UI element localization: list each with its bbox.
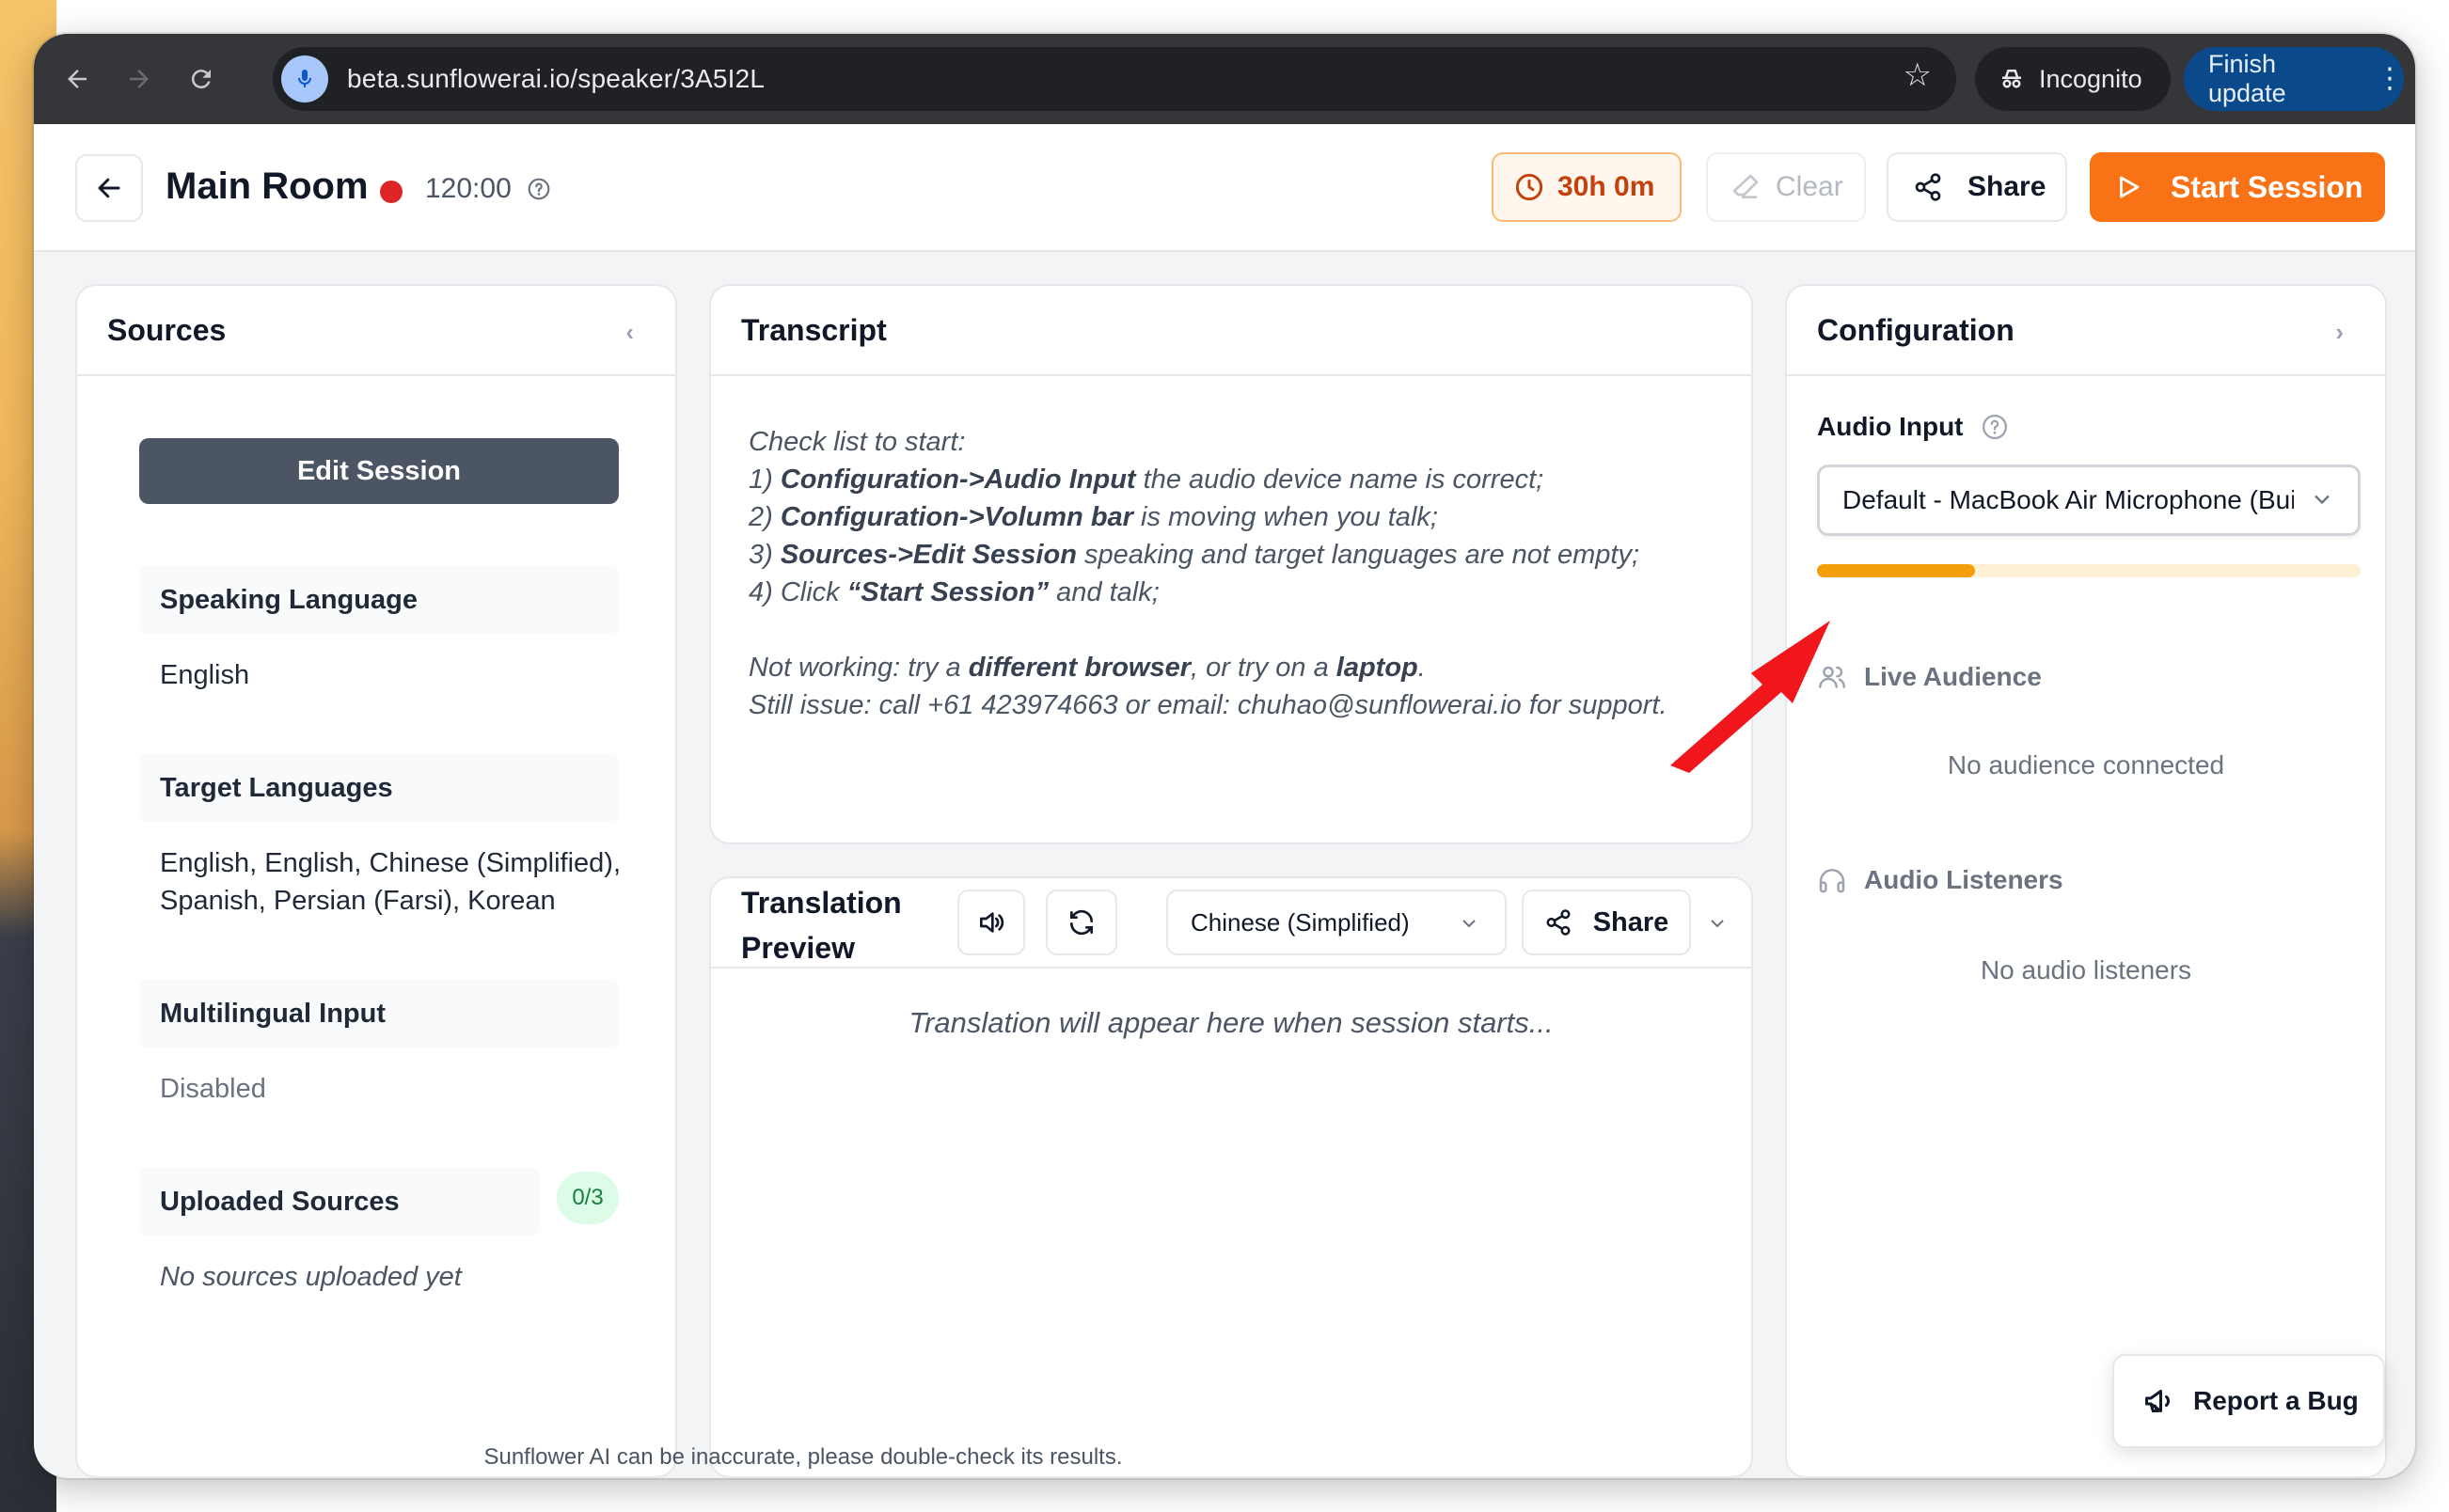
- room-title: Main Room: [166, 165, 369, 207]
- live-audience-empty: No audience connected: [1947, 750, 2225, 780]
- checklist-step-3: 3) Sources->Edit Session speaking and ta…: [749, 540, 1640, 570]
- microphone-icon[interactable]: [281, 55, 328, 102]
- target-languages-value-line2: Spanish, Persian (Farsi), Korean: [160, 886, 556, 916]
- not-working-hint: Not working: try a different browser, or…: [749, 653, 1426, 683]
- speaking-language-label: Speaking Language: [139, 566, 619, 634]
- share-session-button[interactable]: Share: [1887, 152, 2067, 222]
- incognito-label: Incognito: [2039, 64, 2142, 93]
- translation-language-select[interactable]: Chinese (Simplified): [1166, 890, 1507, 955]
- translation-share-label: Share: [1592, 906, 1669, 937]
- transcript-header: Transcript: [711, 286, 1751, 376]
- recording-status-dot: [380, 181, 403, 203]
- remaining-time-badge[interactable]: 30h 0m: [1492, 152, 1682, 222]
- megaphone-icon: [2145, 1390, 2170, 1412]
- configuration-title: Configuration: [1817, 312, 2014, 347]
- session-header: Main Room 120:00 30h 0m Clear Share Star…: [34, 124, 2415, 252]
- translation-preview-header: Translation Preview Chinese (Simplified)…: [711, 878, 1751, 969]
- finish-update-label: Finish update: [2208, 50, 2286, 107]
- forward-nav-icon[interactable]: [113, 53, 166, 105]
- target-languages-label: Target Languages: [139, 754, 619, 822]
- remaining-time-text: 30h 0m: [1557, 171, 1655, 202]
- disclaimer-footer: Sunflower AI can be inaccurate, please d…: [483, 1444, 1123, 1470]
- speaking-language-value: English: [160, 660, 250, 690]
- back-nav-icon[interactable]: [51, 53, 103, 105]
- translation-language-value: Chinese (Simplified): [1191, 907, 1410, 937]
- checklist-step-4: 4) Click “Start Session” and talk;: [749, 577, 1160, 607]
- eraser-icon: [1732, 174, 1759, 198]
- multilingual-input-value: Disabled: [160, 1074, 266, 1104]
- live-audience-label: Live Audience: [1817, 662, 2042, 692]
- start-session-button[interactable]: Start Session: [2090, 152, 2385, 222]
- volume-bar: [1817, 564, 2361, 577]
- share-label: Share: [1967, 171, 2046, 202]
- more-vert-icon[interactable]: ⋮: [2376, 65, 2404, 93]
- clear-button[interactable]: Clear: [1706, 152, 1866, 222]
- uploaded-count-badge: 0/3: [557, 1172, 619, 1224]
- incognito-icon: [2002, 70, 2021, 88]
- edit-session-button[interactable]: Edit Session: [139, 438, 619, 504]
- transcript-panel: Transcript Check list to start: 1) Confi…: [709, 284, 1753, 844]
- share-icon: [1915, 173, 1941, 201]
- browser-window: beta.sunflowerai.io/speaker/3A5I2L ☆ Inc…: [34, 34, 2415, 1478]
- clear-label: Clear: [1776, 171, 1843, 202]
- sources-title: Sources: [107, 312, 227, 347]
- speaker-toggle-button[interactable]: [957, 890, 1025, 955]
- translation-preview-title: Translation Preview: [741, 886, 902, 965]
- audio-input-label: Audio Input: [1817, 412, 2009, 442]
- finish-update-button[interactable]: Finish update ⋮: [2184, 47, 2404, 111]
- help-circle-icon[interactable]: [1981, 413, 2009, 441]
- back-button[interactable]: [75, 154, 143, 222]
- report-bug-label: Report a Bug: [2193, 1386, 2359, 1415]
- expand-chevron-icon[interactable]: [1706, 912, 1729, 935]
- translation-preview-panel: Translation Preview Chinese (Simplified)…: [709, 876, 1753, 1478]
- translation-placeholder: Translation will appear here when sessio…: [908, 1006, 1554, 1039]
- play-icon: [2120, 176, 2140, 198]
- volume-level-fill: [1817, 564, 1975, 577]
- checklist-step-1: 1) Configuration->Audio Input the audio …: [749, 465, 1544, 495]
- collapse-left-icon[interactable]: ‹: [625, 318, 634, 347]
- reload-icon[interactable]: [175, 53, 228, 105]
- share-icon: [1546, 909, 1571, 936]
- start-checklist: Check list to start: 1) Configuration->A…: [749, 423, 1667, 724]
- url-text: beta.sunflowerai.io/speaker/3A5I2L: [347, 64, 766, 93]
- address-bar[interactable]: beta.sunflowerai.io/speaker/3A5I2L ☆: [273, 47, 1956, 111]
- chevron-down-icon: [1462, 920, 1476, 928]
- uploaded-sources-label: Uploaded Sources: [139, 1168, 540, 1236]
- translation-share-button[interactable]: Share: [1522, 890, 1691, 955]
- transcript-title: Transcript: [741, 312, 887, 347]
- multilingual-input-label: Multilingual Input: [139, 980, 619, 1047]
- chevron-down-icon: [2315, 495, 2330, 505]
- refresh-icon: [1070, 909, 1093, 936]
- checklist-step-2: 2) Configuration->Volumn bar is moving w…: [749, 502, 1438, 532]
- bookmark-star-icon[interactable]: ☆: [1904, 56, 1932, 94]
- timer-help-icon[interactable]: [527, 177, 551, 206]
- audio-listeners-empty: No audio listeners: [1980, 955, 2192, 984]
- browser-toolbar: beta.sunflowerai.io/speaker/3A5I2L ☆ Inc…: [34, 34, 2415, 124]
- speaker-icon: [980, 912, 1004, 933]
- session-timer: 120:00: [425, 173, 512, 204]
- uploaded-empty-text: No sources uploaded yet: [160, 1262, 462, 1292]
- configuration-header: Configuration ›: [1787, 286, 2385, 376]
- incognito-chip[interactable]: Incognito: [1975, 47, 2171, 111]
- target-languages-value-line1: English, English, Chinese (Simplified),: [160, 848, 621, 878]
- sources-panel: Sources ‹ Edit Session Speaking Language…: [75, 284, 677, 1478]
- report-bug-button[interactable]: Report a Bug: [2112, 1354, 2385, 1448]
- arrow-left-icon: [98, 178, 120, 198]
- checklist-intro: Check list to start:: [749, 427, 966, 457]
- audio-device-select[interactable]: Default - MacBook Air Microphone (Built-…: [1817, 465, 2361, 536]
- headphones-icon: [1819, 869, 1845, 893]
- configuration-panel: Configuration › Audio Input Default - Ma…: [1785, 284, 2387, 1478]
- refresh-button[interactable]: [1046, 890, 1117, 955]
- start-session-label: Start Session: [2171, 169, 2363, 204]
- clock-icon: [1515, 173, 1543, 201]
- support-contact: Still issue: call +61 423974663 or email…: [749, 690, 1667, 720]
- collapse-right-icon[interactable]: ›: [2335, 318, 2344, 347]
- audio-listeners-label: Audio Listeners: [1817, 865, 2063, 895]
- annotation-arrow-icon: [1670, 621, 1830, 773]
- sources-header: Sources ‹: [77, 286, 675, 376]
- audio-device-value: Default - MacBook Air Microphone (Built-…: [1842, 485, 2294, 514]
